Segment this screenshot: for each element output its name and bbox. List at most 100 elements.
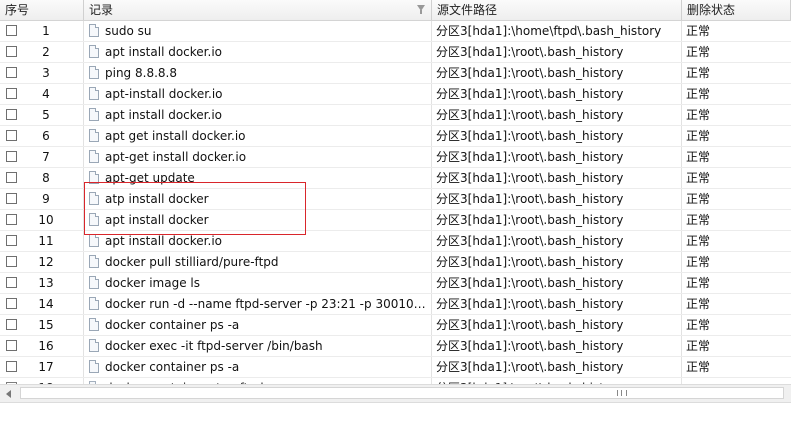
row-checkbox[interactable] (6, 172, 17, 183)
row-checkbox[interactable] (6, 46, 17, 57)
table-row[interactable]: 16 docker exec -it ftpd-server /bin/bash 分… (0, 336, 791, 357)
index-cell: 5 (0, 105, 84, 125)
filter-icon[interactable] (417, 5, 425, 14)
row-checkbox[interactable] (6, 235, 17, 246)
record-text: sudo su (105, 24, 152, 38)
row-checkbox[interactable] (6, 319, 17, 330)
column-header-record-label: 记录 (89, 3, 114, 17)
history-table: 序号 记录 源文件路径 删除状态 1 sudo su 分区3[hda1]:\home… (0, 0, 791, 387)
delete-status: 正常 (686, 255, 711, 269)
row-checkbox[interactable] (6, 298, 17, 309)
table-header: 序号 记录 源文件路径 删除状态 (0, 0, 791, 21)
row-number: 3 (42, 66, 50, 80)
table-row[interactable]: 11 apt install docker.io 分区3[hda1]:\root\.… (0, 231, 791, 252)
row-checkbox[interactable] (6, 151, 17, 162)
table-row[interactable]: 10 apt install docker 分区3[hda1]:\root\.bas… (0, 210, 791, 231)
column-header-source[interactable]: 源文件路径 (432, 0, 682, 20)
status-cell: 正常 (682, 21, 791, 41)
record-text: docker image ls (105, 276, 200, 290)
document-icon (89, 297, 99, 310)
record-text: docker run -d --name ftpd-server -p 23:2… (105, 297, 427, 311)
table-row[interactable]: 14 docker run -d --name ftpd-server -p 23… (0, 294, 791, 315)
table-row[interactable]: 13 docker image ls 分区3[hda1]:\root\.bash_h… (0, 273, 791, 294)
index-cell: 15 (0, 315, 84, 335)
index-cell: 9 (0, 189, 84, 209)
source-cell: 分区3[hda1]:\root\.bash_history (432, 315, 682, 335)
document-icon (89, 213, 99, 226)
column-header-index[interactable]: 序号 (0, 0, 84, 20)
row-checkbox[interactable] (6, 214, 17, 225)
source-path: 分区3[hda1]:\root\.bash_history (436, 276, 624, 290)
status-cell: 正常 (682, 315, 791, 335)
table-row[interactable]: 5 apt install docker.io 分区3[hda1]:\root\.b… (0, 105, 791, 126)
source-cell: 分区3[hda1]:\root\.bash_history (432, 84, 682, 104)
status-cell: 正常 (682, 273, 791, 293)
record-text: ping 8.8.8.8 (105, 66, 177, 80)
table-row[interactable]: 8 apt-get update 分区3[hda1]:\root\.bash_his… (0, 168, 791, 189)
table-row[interactable]: 2 apt install docker.io 分区3[hda1]:\root\.b… (0, 42, 791, 63)
index-cell: 14 (0, 294, 84, 314)
table-row[interactable]: 9 atp install docker 分区3[hda1]:\root\.bash… (0, 189, 791, 210)
source-path: 分区3[hda1]:\root\.bash_history (436, 45, 624, 59)
status-cell: 正常 (682, 231, 791, 251)
table-row[interactable]: 6 apt get install docker.io 分区3[hda1]:\roo… (0, 126, 791, 147)
row-checkbox[interactable] (6, 25, 17, 36)
record-text: docker container ps -a (105, 318, 240, 332)
source-path: 分区3[hda1]:\root\.bash_history (436, 213, 624, 227)
document-icon (89, 24, 99, 37)
source-cell: 分区3[hda1]:\root\.bash_history (432, 252, 682, 272)
row-number: 5 (42, 108, 50, 122)
index-cell: 6 (0, 126, 84, 146)
row-checkbox[interactable] (6, 193, 17, 204)
source-cell: 分区3[hda1]:\root\.bash_history (432, 273, 682, 293)
table-row[interactable]: 4 apt-install docker.io 分区3[hda1]:\root\.b… (0, 84, 791, 105)
document-icon (89, 318, 99, 331)
delete-status: 正常 (686, 213, 711, 227)
table-row[interactable]: 17 docker container ps -a 分区3[hda1]:\root\… (0, 357, 791, 378)
record-cell: sudo su (84, 21, 432, 41)
row-number: 10 (38, 213, 54, 227)
source-path: 分区3[hda1]:\root\.bash_history (436, 255, 624, 269)
document-icon (89, 171, 99, 184)
row-checkbox[interactable] (6, 130, 17, 141)
table-row[interactable]: 3 ping 8.8.8.8 分区3[hda1]:\root\.bash_histo… (0, 63, 791, 84)
delete-status: 正常 (686, 297, 711, 311)
row-checkbox[interactable] (6, 67, 17, 78)
status-cell: 正常 (682, 168, 791, 188)
table-row[interactable]: 15 docker container ps -a 分区3[hda1]:\root\… (0, 315, 791, 336)
index-cell: 10 (0, 210, 84, 230)
column-header-record[interactable]: 记录 (84, 0, 432, 20)
source-path: 分区3[hda1]:\root\.bash_history (436, 108, 624, 122)
document-icon (89, 276, 99, 289)
record-cell: docker pull stilliard/pure-ftpd (84, 252, 432, 272)
index-cell: 1 (0, 21, 84, 41)
row-checkbox[interactable] (6, 109, 17, 120)
scroll-left-arrow-icon[interactable] (6, 390, 11, 398)
index-cell: 11 (0, 231, 84, 251)
record-cell: docker exec -it ftpd-server /bin/bash (84, 336, 432, 356)
index-cell: 16 (0, 336, 84, 356)
record-text: apt-install docker.io (105, 87, 223, 101)
row-checkbox[interactable] (6, 88, 17, 99)
document-icon (89, 360, 99, 373)
horizontal-scrollbar[interactable] (0, 384, 791, 403)
table-row[interactable]: 7 apt-get install docker.io 分区3[hda1]:\roo… (0, 147, 791, 168)
column-header-status[interactable]: 删除状态 (682, 0, 791, 20)
index-cell: 17 (0, 357, 84, 377)
delete-status: 正常 (686, 129, 711, 143)
table-row[interactable]: 12 docker pull stilliard/pure-ftpd 分区3[hda… (0, 252, 791, 273)
table-row[interactable]: 1 sudo su 分区3[hda1]:\home\ftpd\.bash_histo… (0, 21, 791, 42)
source-cell: 分区3[hda1]:\root\.bash_history (432, 168, 682, 188)
row-checkbox[interactable] (6, 277, 17, 288)
row-checkbox[interactable] (6, 361, 17, 372)
row-number: 13 (38, 276, 54, 290)
status-cell: 正常 (682, 357, 791, 377)
row-checkbox[interactable] (6, 256, 17, 267)
scrollbar-thumb[interactable] (20, 387, 784, 399)
row-checkbox[interactable] (6, 340, 17, 351)
delete-status: 正常 (686, 66, 711, 80)
source-path: 分区3[hda1]:\root\.bash_history (436, 339, 624, 353)
record-cell: atp install docker (84, 189, 432, 209)
source-path: 分区3[hda1]:\root\.bash_history (436, 171, 624, 185)
index-cell: 8 (0, 168, 84, 188)
